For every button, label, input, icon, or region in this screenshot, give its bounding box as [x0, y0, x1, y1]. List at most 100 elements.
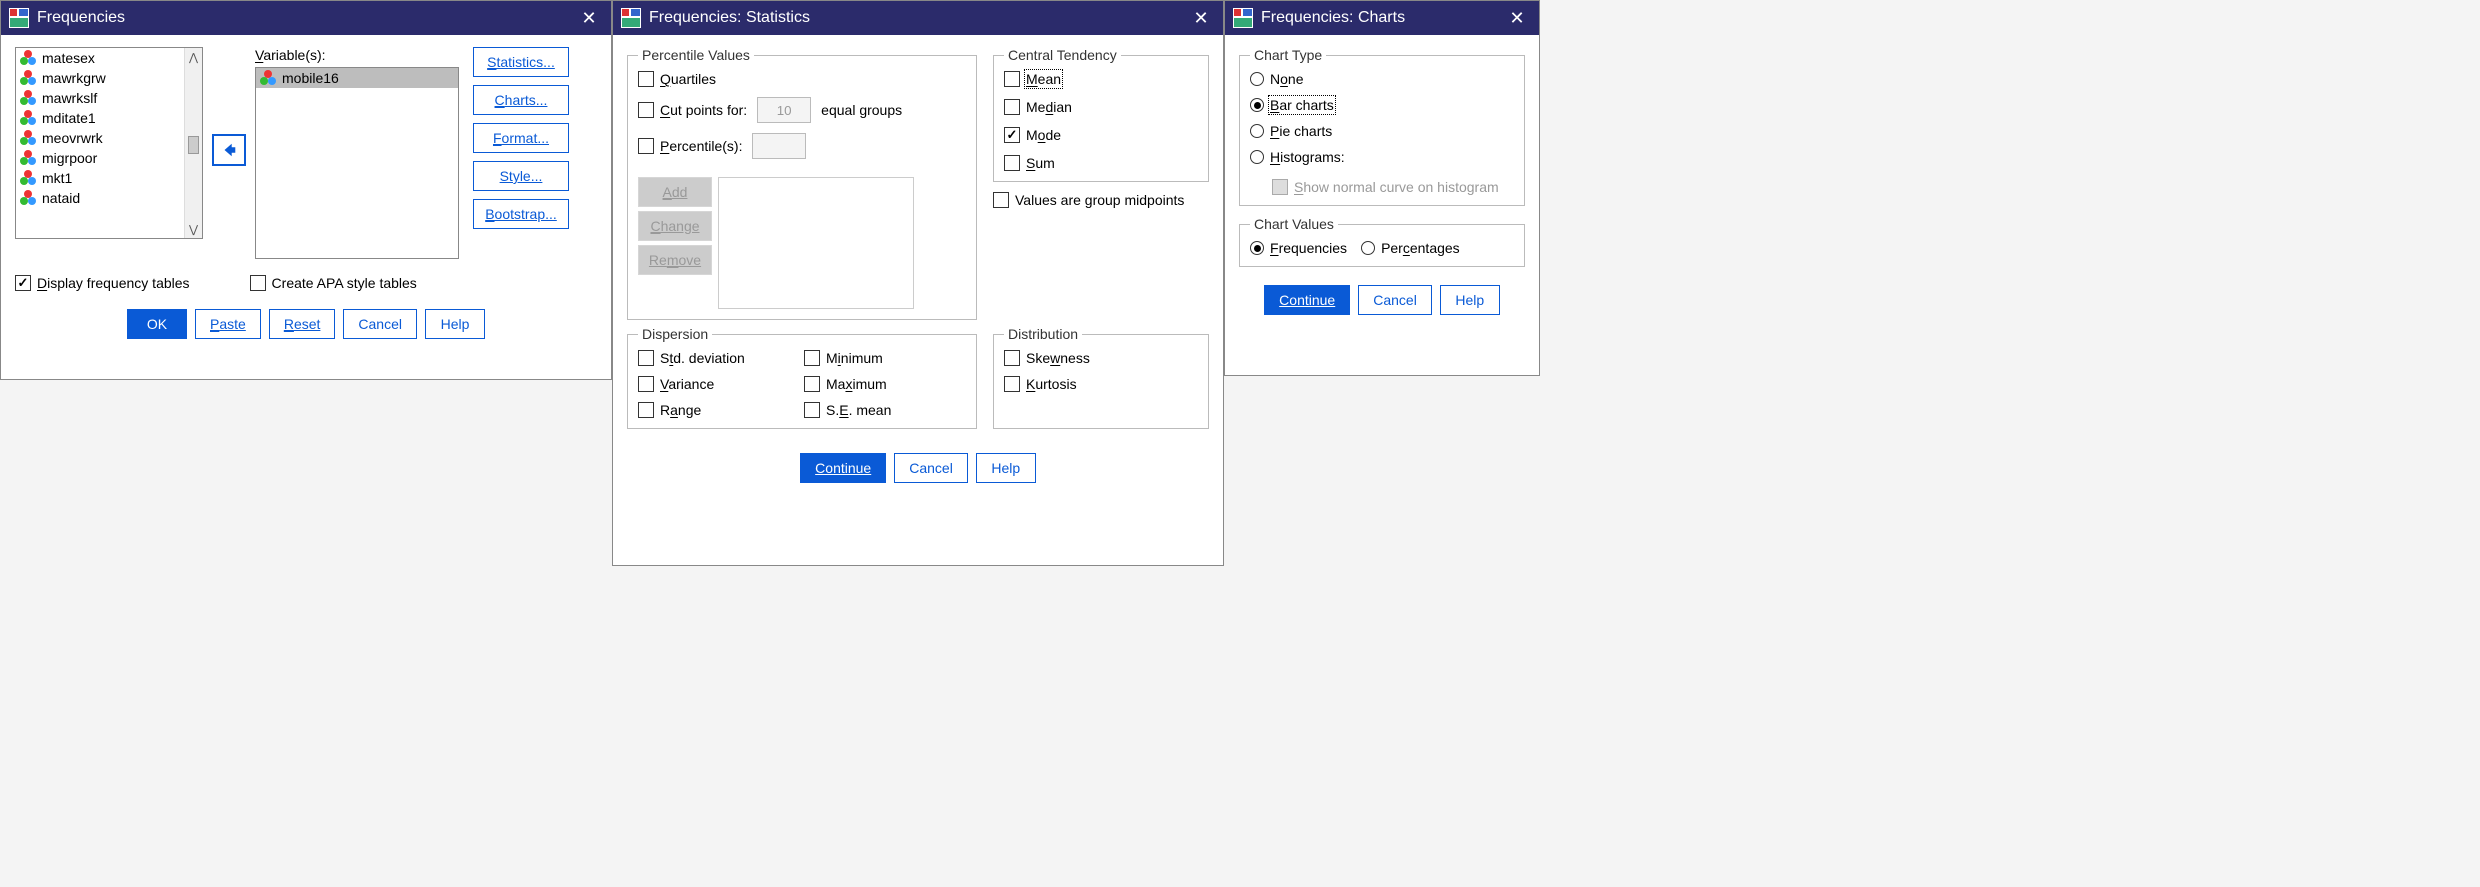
se-mean-checkbox[interactable]: S.E. mean — [804, 402, 966, 418]
scroll-down-icon[interactable]: ⋁ — [185, 220, 202, 238]
list-item[interactable]: meovrwrk — [16, 128, 202, 148]
variance-checkbox[interactable]: Variance — [638, 376, 800, 392]
chart-values-group: Chart Values Frequencies Percentages — [1239, 216, 1525, 267]
mean-checkbox[interactable]: Mean — [1004, 71, 1198, 87]
maximum-checkbox[interactable]: Maximum — [804, 376, 966, 392]
group-label: Central Tendency — [1004, 47, 1121, 63]
mode-checkbox[interactable]: Mode — [1004, 127, 1198, 143]
skewness-checkbox[interactable]: Skewness — [1004, 350, 1198, 366]
arrow-left-icon — [220, 141, 238, 159]
cancel-button[interactable]: Cancel — [343, 309, 417, 339]
central-tendency-group: Central Tendency Mean Median Mode Sum — [993, 47, 1209, 182]
help-button[interactable]: Help — [425, 309, 485, 339]
group-label: Dispersion — [638, 326, 712, 342]
variable-icon — [20, 70, 36, 86]
app-icon — [621, 8, 641, 28]
paste-button[interactable]: Paste — [195, 309, 261, 339]
list-item[interactable]: mobile16 — [256, 68, 458, 88]
frequencies-dialog: Frequencies ✕ matesex mawrkgrw mawrkslf mdi… — [0, 0, 612, 380]
source-variable-list[interactable]: matesex mawrkgrw mawrkslf mditate1 meovrwrk m… — [15, 47, 203, 239]
target-variable-list[interactable]: mobile16 — [255, 67, 459, 259]
chart-bar-radio[interactable]: Bar charts — [1250, 97, 1514, 113]
style-button[interactable]: Style... — [473, 161, 569, 191]
chart-none-radio[interactable]: None — [1250, 71, 1514, 87]
list-item[interactable]: mawrkslf — [16, 88, 202, 108]
display-frequency-tables-checkbox[interactable]: Display frequency tables — [15, 275, 190, 291]
percentile-input[interactable] — [752, 133, 806, 159]
dialog-title: Frequencies: Statistics — [649, 9, 1185, 27]
variable-icon — [20, 170, 36, 186]
titlebar: Frequencies ✕ — [1, 1, 611, 35]
variable-icon — [20, 130, 36, 146]
bootstrap-button[interactable]: Bootstrap... — [473, 199, 569, 229]
variable-icon — [20, 150, 36, 166]
std-deviation-checkbox[interactable]: Std. deviation — [638, 350, 800, 366]
format-button[interactable]: Format... — [473, 123, 569, 153]
create-apa-tables-checkbox[interactable]: Create APA style tables — [250, 275, 417, 291]
variable-icon — [20, 50, 36, 66]
variable-name: migrpoor — [42, 150, 97, 166]
help-button[interactable]: Help — [1440, 285, 1500, 315]
scroll-thumb[interactable] — [188, 136, 199, 154]
app-icon — [1233, 8, 1253, 28]
change-button: Change — [638, 211, 712, 241]
variable-icon — [260, 70, 276, 86]
close-icon[interactable]: ✕ — [1501, 1, 1533, 35]
ok-button[interactable]: OK — [127, 309, 187, 339]
chart-pie-radio[interactable]: Pie charts — [1250, 123, 1514, 139]
list-item[interactable]: mkt1 — [16, 168, 202, 188]
variable-icon — [20, 190, 36, 206]
variable-name: mawrkslf — [42, 90, 97, 106]
titlebar: Frequencies: Statistics ✕ — [613, 1, 1223, 35]
close-icon[interactable]: ✕ — [1185, 1, 1217, 35]
scroll-up-icon[interactable]: ⋀ — [185, 48, 202, 66]
dispersion-group: Dispersion Std. deviation Minimum Varian… — [627, 326, 977, 429]
continue-button[interactable]: Continue — [800, 453, 886, 483]
values-percentages-radio[interactable]: Percentages — [1361, 240, 1460, 256]
frequencies-charts-dialog: Frequencies: Charts ✕ Chart Type None Ba… — [1224, 0, 1540, 376]
reset-button[interactable]: Reset — [269, 309, 336, 339]
dialog-title: Frequencies — [37, 9, 573, 27]
list-item[interactable]: mditate1 — [16, 108, 202, 128]
variable-name: mditate1 — [42, 110, 96, 126]
scrollbar[interactable]: ⋀ ⋁ — [184, 48, 202, 238]
remove-button: Remove — [638, 245, 712, 275]
variables-label: Variable(s): — [255, 47, 459, 65]
charts-button[interactable]: Charts... — [473, 85, 569, 115]
statistics-button[interactable]: Statistics... — [473, 47, 569, 77]
values-frequencies-radio[interactable]: Frequencies — [1250, 240, 1347, 256]
group-label: Chart Type — [1250, 47, 1326, 63]
cutpoints-checkbox[interactable]: Cut points for: equal groups — [638, 97, 966, 123]
group-midpoints-checkbox[interactable]: Values are group midpoints — [993, 192, 1209, 208]
variable-name: meovrwrk — [42, 130, 103, 146]
variable-icon — [20, 110, 36, 126]
minimum-checkbox[interactable]: Minimum — [804, 350, 966, 366]
variable-name: matesex — [42, 50, 95, 66]
percentile-list[interactable] — [718, 177, 914, 309]
move-variable-button[interactable] — [212, 134, 246, 166]
distribution-group: Distribution Skewness Kurtosis — [993, 326, 1209, 429]
kurtosis-checkbox[interactable]: Kurtosis — [1004, 376, 1198, 392]
range-checkbox[interactable]: Range — [638, 402, 800, 418]
list-item[interactable]: mawrkgrw — [16, 68, 202, 88]
list-item[interactable]: nataid — [16, 188, 202, 208]
variable-name: nataid — [42, 190, 80, 206]
titlebar: Frequencies: Charts ✕ — [1225, 1, 1539, 35]
variable-name: mobile16 — [282, 70, 339, 86]
cancel-button[interactable]: Cancel — [1358, 285, 1432, 315]
list-item[interactable]: matesex — [16, 48, 202, 68]
median-checkbox[interactable]: Median — [1004, 99, 1198, 115]
cancel-button[interactable]: Cancel — [894, 453, 968, 483]
group-label: Chart Values — [1250, 216, 1338, 232]
group-label: Percentile Values — [638, 47, 754, 63]
close-icon[interactable]: ✕ — [573, 1, 605, 35]
cutpoints-input[interactable] — [757, 97, 811, 123]
percentiles-checkbox[interactable]: Percentile(s): — [638, 133, 966, 159]
list-item[interactable]: migrpoor — [16, 148, 202, 168]
chart-hist-radio[interactable]: Histograms: — [1250, 149, 1514, 165]
quartiles-checkbox[interactable]: Quartiles — [638, 71, 966, 87]
show-normal-curve-checkbox: Show normal curve on histogram — [1272, 179, 1514, 195]
continue-button[interactable]: Continue — [1264, 285, 1350, 315]
help-button[interactable]: Help — [976, 453, 1036, 483]
sum-checkbox[interactable]: Sum — [1004, 155, 1198, 171]
